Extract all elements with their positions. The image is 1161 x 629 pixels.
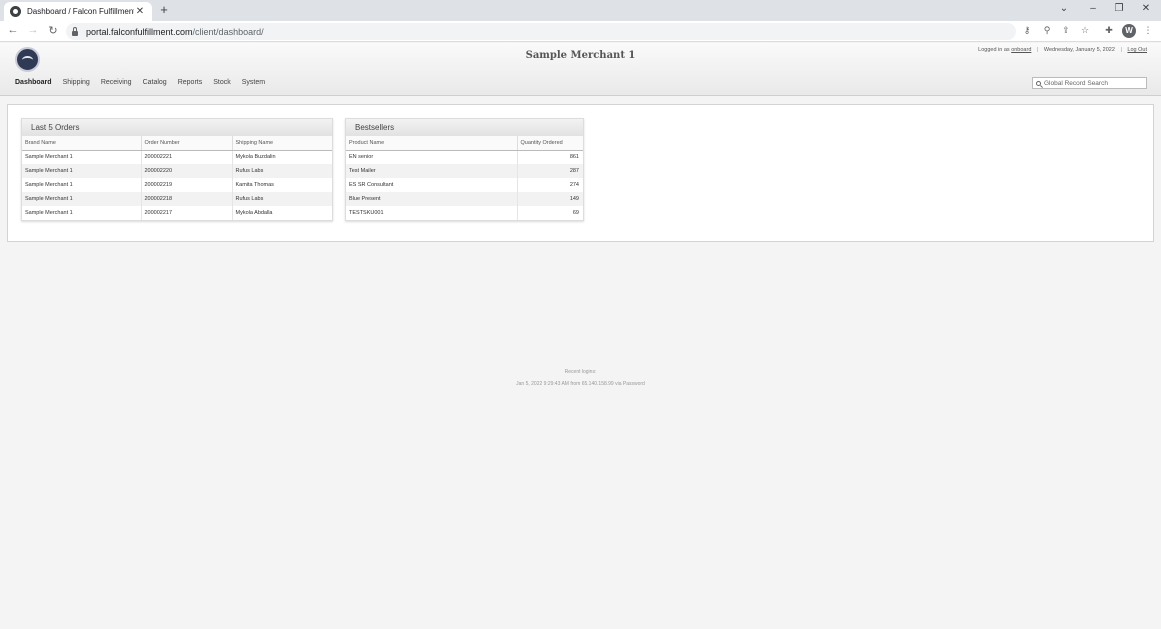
global-search[interactable] xyxy=(1032,77,1147,89)
recent-login-entry: Jan 5, 2022 9:29:43 AM from 65.140.158.9… xyxy=(516,381,645,387)
address-bar[interactable]: portal.falconfulfillment.com/client/dash… xyxy=(66,23,1016,40)
recent-logins-label: Recent logins: xyxy=(564,369,597,375)
column-header[interactable]: Brand Name xyxy=(22,136,142,151)
table-row[interactable]: EN senior 861 xyxy=(346,150,583,164)
current-date: Wednesday, January 5, 2022 xyxy=(1043,47,1115,53)
bestsellers-table: Product Name Quantity Ordered EN senior … xyxy=(346,136,583,220)
back-arrow-icon[interactable]: ← xyxy=(6,24,20,36)
minimize-window-icon[interactable]: – xyxy=(1084,3,1102,14)
table-row[interactable]: Sample Merchant 1 200002217 Mykola Abdal… xyxy=(22,206,332,220)
profile-avatar[interactable]: W xyxy=(1122,24,1136,38)
shipping-name-cell: Rufus Labs xyxy=(232,192,332,206)
shipping-name-cell: Mykola Buzdalin xyxy=(235,154,276,161)
key-icon[interactable]: ⚷ xyxy=(1021,25,1033,36)
last-orders-widget: Last 5 Orders Brand Name Order Number Sh… xyxy=(21,118,333,221)
nav-reports[interactable]: Reports xyxy=(178,79,203,86)
browser-tabstrip: Dashboard / Falcon Fulfillment ✕ + ⌄ – ❐… xyxy=(0,0,1161,21)
new-tab-plus-icon[interactable]: + xyxy=(157,2,171,17)
order-number-cell[interactable]: 200002217 xyxy=(141,206,233,220)
product-name-cell: ES SR Consultant xyxy=(346,178,518,192)
shipping-name-cell: Kamita Thomas xyxy=(235,182,274,188)
table-row[interactable]: Sample Merchant 1 200002221 Mykola Buzda… xyxy=(22,150,332,164)
close-window-icon[interactable]: ✕ xyxy=(1137,3,1155,14)
separator: | xyxy=(1120,47,1122,53)
logged-in-prefix: Logged in as xyxy=(978,47,1010,53)
shipping-name-cell: Mykola Abdalla xyxy=(235,210,273,216)
zoom-icon[interactable]: ⚲ xyxy=(1041,25,1053,36)
url-path: /client/dashboard/ xyxy=(192,26,264,37)
tab-title: Dashboard / Falcon Fulfillment xyxy=(27,7,134,16)
widget-title: Last 5 Orders xyxy=(22,119,332,136)
column-header[interactable]: Quantity Ordered xyxy=(517,136,583,151)
table-row[interactable]: Sample Merchant 1 200002220 Rufus Labs xyxy=(22,164,332,178)
brand-cell: Sample Merchant 1 xyxy=(22,150,142,164)
quantity-cell: 149 xyxy=(517,192,583,206)
quantity-cell: 69 xyxy=(572,210,579,216)
url-host: portal.falconfulfillment.com xyxy=(86,26,193,37)
table-row[interactable]: Sample Merchant 1 200002218 Rufus Labs xyxy=(22,192,332,206)
nav-stock[interactable]: Stock xyxy=(213,79,231,86)
app-header: Sample Merchant 1 Logged in as onboard |… xyxy=(0,43,1161,96)
nav-catalog[interactable]: Catalog xyxy=(143,79,167,86)
share-icon[interactable]: ⇪ xyxy=(1060,25,1072,36)
brand-cell: Sample Merchant 1 xyxy=(22,164,142,178)
brand-cell: Sample Merchant 1 xyxy=(22,206,142,220)
logout-link[interactable]: Log Out xyxy=(1127,47,1147,53)
restore-window-icon[interactable]: ❐ xyxy=(1110,3,1128,14)
username-link[interactable]: onboard xyxy=(1011,47,1031,53)
main-nav: Dashboard Shipping Receiving Catalog Rep… xyxy=(15,79,276,86)
reload-icon[interactable]: ↻ xyxy=(46,24,60,37)
last-orders-table: Brand Name Order Number Shipping Name Sa… xyxy=(22,136,332,220)
product-name-cell: EN senior xyxy=(346,150,518,164)
close-tab-icon[interactable]: ✕ xyxy=(134,6,146,17)
lock-icon xyxy=(72,26,78,36)
column-header[interactable]: Shipping Name xyxy=(232,136,332,151)
column-header[interactable]: Product Name xyxy=(346,136,518,151)
nav-receiving[interactable]: Receiving xyxy=(101,79,132,86)
order-number-cell[interactable]: 200002219 xyxy=(141,178,233,192)
bookmark-star-icon[interactable]: ☆ xyxy=(1079,25,1091,36)
shipping-name-cell: Rufus Labs xyxy=(232,164,332,178)
column-header[interactable]: Order Number xyxy=(141,136,233,151)
separator: | xyxy=(1036,47,1039,53)
browser-toolbar: ← → ↻ portal.falconfulfillment.com/clien… xyxy=(0,21,1161,42)
quantity-cell: 274 xyxy=(569,182,579,188)
nav-shipping[interactable]: Shipping xyxy=(63,79,90,86)
search-icon xyxy=(1036,80,1041,86)
order-number-cell[interactable]: 200002221 xyxy=(141,150,233,164)
browser-menu-icon[interactable]: ⋮ xyxy=(1142,25,1154,36)
dashboard-panel: Last 5 Orders Brand Name Order Number Sh… xyxy=(7,104,1154,242)
product-name-cell: Blue Present xyxy=(346,192,518,206)
table-row[interactable]: ES SR Consultant 274 xyxy=(346,178,583,192)
widget-title: Bestsellers xyxy=(346,119,583,136)
product-name-cell: Test Mailer xyxy=(346,164,518,178)
order-number-cell[interactable]: 200002218 xyxy=(141,192,233,206)
table-row[interactable]: TESTSKU001 69 xyxy=(346,206,583,220)
product-name-cell: TESTSKU001 xyxy=(346,206,518,220)
brand-cell: Sample Merchant 1 xyxy=(22,178,142,192)
browser-tab[interactable]: Dashboard / Falcon Fulfillment ✕ xyxy=(4,2,152,21)
quantity-cell: 861 xyxy=(569,154,579,161)
user-info: Logged in as onboard | Wednesday, Januar… xyxy=(978,47,1147,53)
tab-search-chevron-icon[interactable]: ⌄ xyxy=(1055,3,1073,14)
quantity-cell: 287 xyxy=(517,164,583,178)
table-row[interactable]: Sample Merchant 1 200002219 Kamita Thoma… xyxy=(22,178,332,192)
bestsellers-widget: Bestsellers Product Name Quantity Ordere… xyxy=(345,118,584,221)
site-favicon-icon xyxy=(10,6,21,17)
forward-arrow-icon[interactable]: → xyxy=(26,24,40,36)
order-number-cell[interactable]: 200002220 xyxy=(141,164,233,178)
search-input[interactable] xyxy=(1044,79,1144,87)
recent-logins: Recent logins: Jan 5, 2022 9:29:43 AM fr… xyxy=(0,366,1161,390)
nav-system[interactable]: System xyxy=(242,79,265,86)
extensions-puzzle-icon[interactable]: ✚ xyxy=(1103,25,1115,36)
table-row[interactable]: Test Mailer 287 xyxy=(346,164,583,178)
table-row[interactable]: Blue Present 149 xyxy=(346,192,583,206)
brand-cell: Sample Merchant 1 xyxy=(22,192,142,206)
nav-dashboard[interactable]: Dashboard xyxy=(15,79,52,86)
